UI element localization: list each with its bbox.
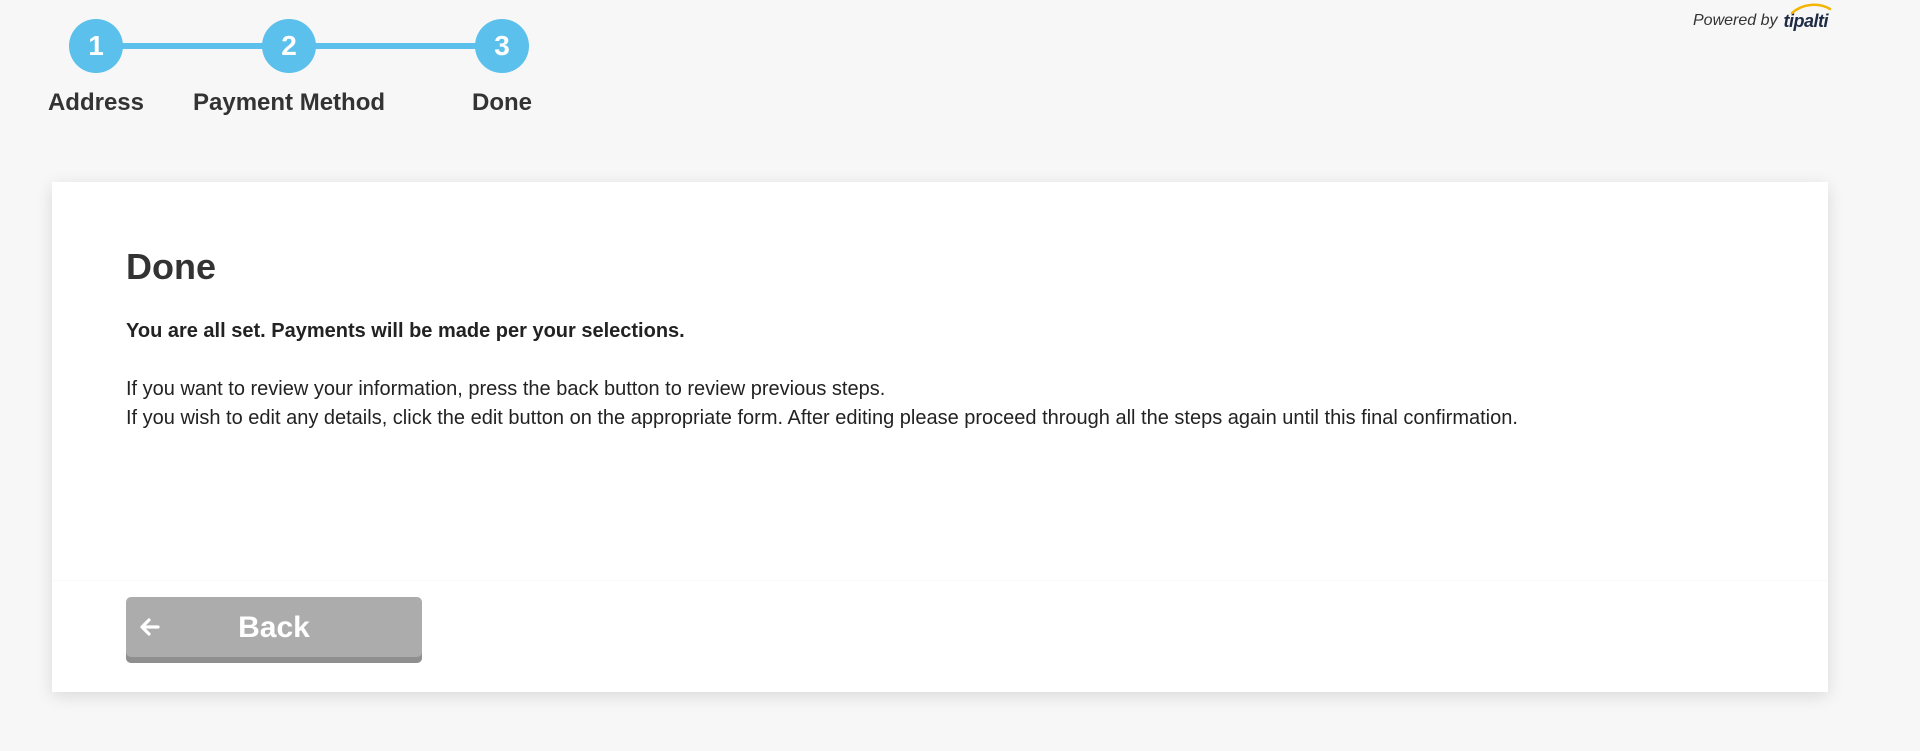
card-footer: Back — [52, 580, 1828, 692]
step-number-circle: 1 — [69, 19, 123, 73]
step-number-circle: 3 — [475, 19, 529, 73]
step-done: 3 Done — [352, 19, 652, 117]
page-title: Done — [126, 246, 216, 287]
step-number-circle: 2 — [262, 19, 316, 73]
tipalti-logo: tipalti — [1783, 3, 1831, 32]
review-instructions: If you want to review your information, … — [126, 378, 886, 400]
powered-by-branding: Powered by tipalti — [1693, 3, 1831, 32]
progress-stepper: 1 Address 2 Payment Method 3 Done — [0, 0, 560, 130]
back-button-label: Back — [238, 611, 310, 644]
logo-swoosh-icon — [1790, 3, 1831, 14]
confirmation-message: You are all set. Payments will be made p… — [126, 320, 685, 342]
logo-text: tipalti — [1783, 11, 1829, 31]
powered-by-text: Powered by — [1693, 12, 1778, 29]
done-card: Done You are all set. Payments will be m… — [52, 182, 1828, 692]
back-button[interactable]: Back — [126, 597, 422, 663]
card-body: Done You are all set. Payments will be m… — [52, 182, 1828, 580]
step-label: Done — [472, 89, 532, 116]
edit-instructions: If you wish to edit any details, click t… — [126, 407, 1518, 429]
